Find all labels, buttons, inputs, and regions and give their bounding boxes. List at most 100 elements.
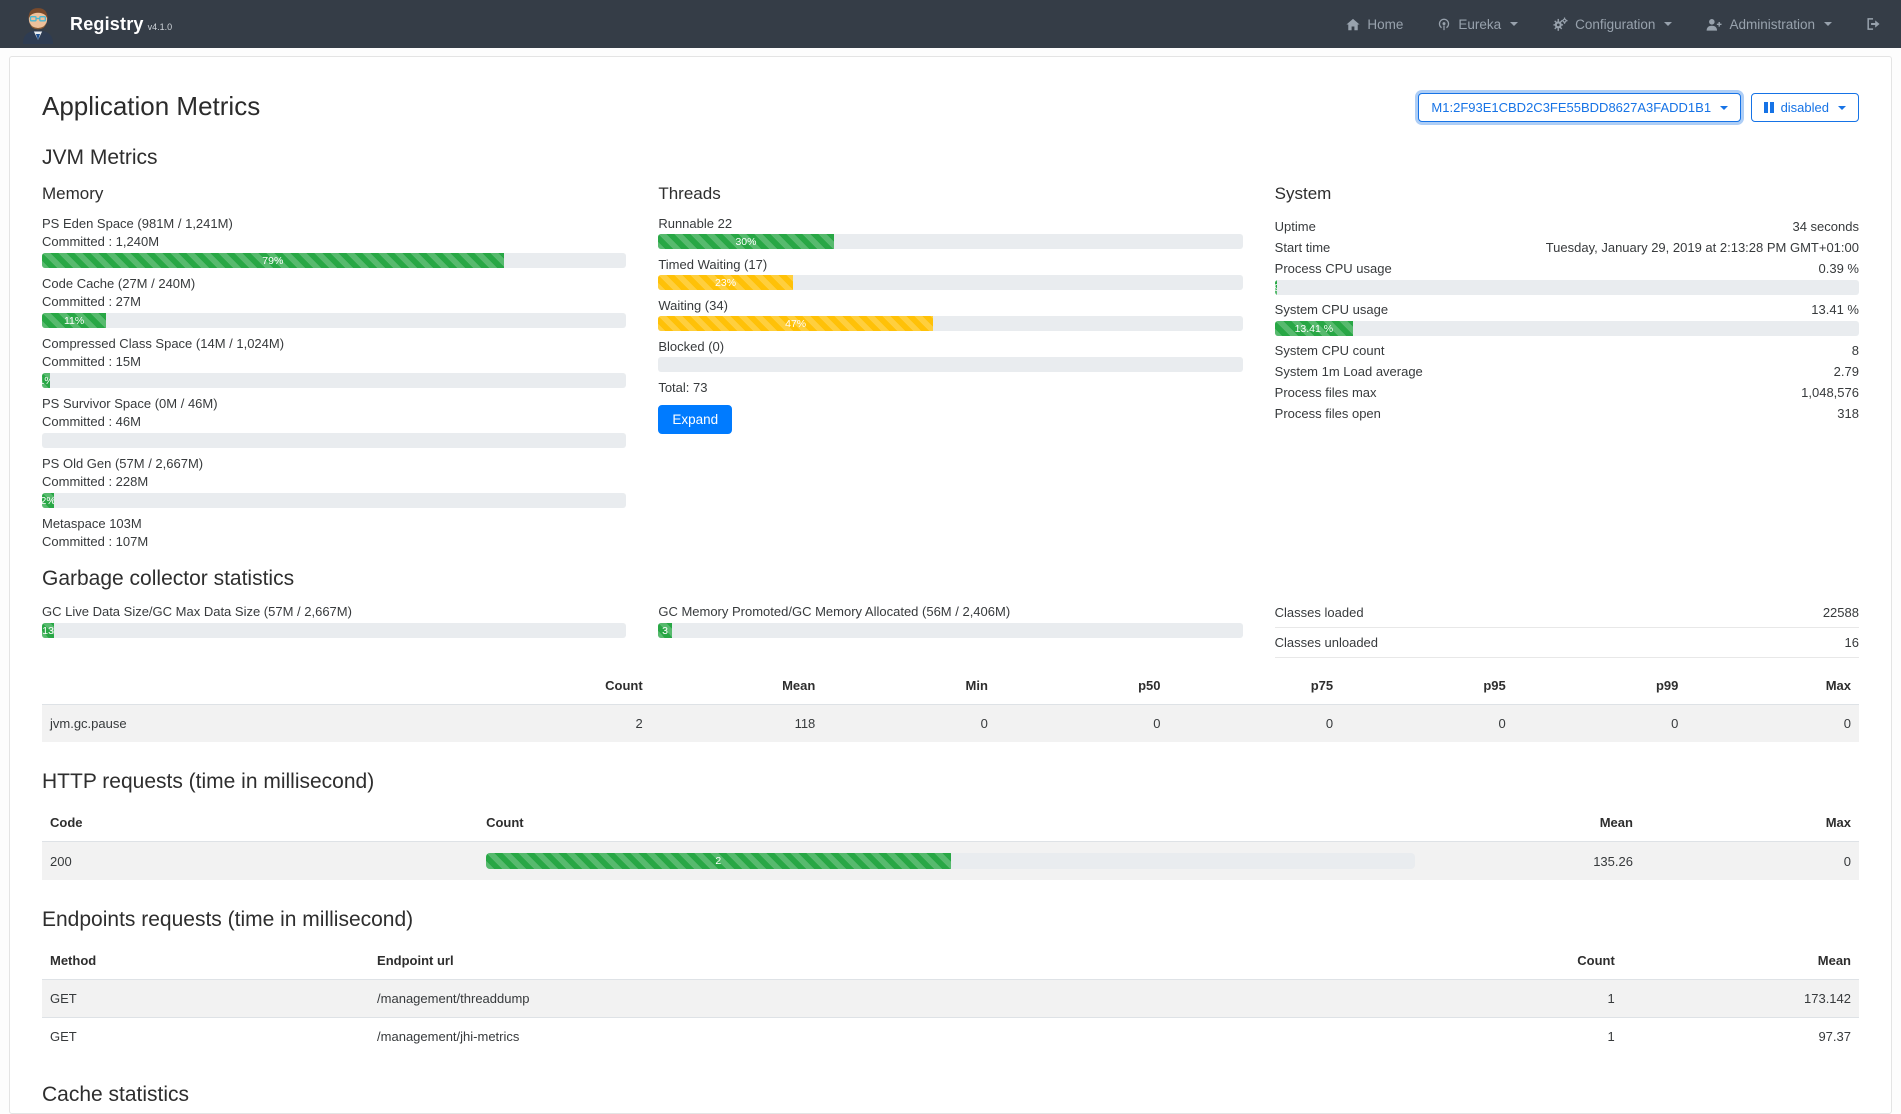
system-cpu-progress-bar: 13.41 % xyxy=(1275,321,1859,336)
memory-usage-progress-bar: 1% xyxy=(42,373,626,388)
gc-memory-column: GC Memory Promoted/GC Memory Allocated (… xyxy=(658,601,1242,661)
column-header: Method xyxy=(42,942,369,980)
table-cell: 0 xyxy=(823,705,996,743)
memory-pool-label: Compressed Class Space (14M / 1,024M) xyxy=(42,336,626,351)
column-header: p75 xyxy=(1169,667,1342,705)
memory-pool-committed: Committed : 46M xyxy=(42,414,626,429)
brand-title: Registry xyxy=(70,14,144,35)
gc-progress-bar-fill: 13 xyxy=(42,623,54,638)
gc-title: Garbage collector statistics xyxy=(42,567,1859,591)
column-header: Max xyxy=(1641,804,1859,842)
http-requests-table: CodeCountMeanMax2002135.260 xyxy=(42,804,1859,880)
system-metric-label: System 1m Load average xyxy=(1275,361,1423,382)
system-metric-value: 318 xyxy=(1837,403,1859,424)
memory-pool-label: PS Old Gen (57M / 2,667M) xyxy=(42,456,626,471)
memory-usage-progress-bar-fill: 79% xyxy=(42,253,504,268)
column-header: Count xyxy=(1387,942,1623,980)
memory-usage-progress-bar: 79% xyxy=(42,253,626,268)
memory-pool-item: Metaspace 103MCommitted : 107M xyxy=(42,516,626,549)
nav-item-configuration[interactable]: Configuration xyxy=(1552,17,1672,32)
count-progress-bar-fill: 2 xyxy=(486,853,950,869)
table-cell: 135.26 xyxy=(1423,842,1641,881)
threads-column: Threads Runnable 2230% Timed Waiting (17)… xyxy=(658,180,1242,553)
table-cell: 1 xyxy=(1387,1018,1623,1056)
nav-item-eureka[interactable]: Eureka xyxy=(1437,17,1518,32)
threads-title: Threads xyxy=(658,184,1242,204)
memory-usage-progress-bar: 0% xyxy=(42,433,626,448)
memory-pool-label: Code Cache (27M / 240M) xyxy=(42,276,626,291)
system-metric-row: Start timeTuesday, January 29, 2019 at 2… xyxy=(1275,237,1859,258)
memory-pool-committed: Committed : 15M xyxy=(42,354,626,369)
thread-state-progress-bar: 23% xyxy=(658,275,1242,290)
system-column: System Uptime34 secondsStart timeTuesday… xyxy=(1275,180,1859,553)
nav-item-home[interactable]: Home xyxy=(1346,17,1403,32)
system-metric-label: Uptime xyxy=(1275,216,1316,237)
thread-state-progress-bar: 30% xyxy=(658,234,1242,249)
table-cell: 118 xyxy=(651,705,824,743)
sign-out-button[interactable] xyxy=(1866,17,1881,31)
memory-pool-item: PS Eden Space (981M / 1,241M)Committed :… xyxy=(42,216,626,268)
system-metric-row: System CPU count8 xyxy=(1275,340,1859,361)
expand-threads-button[interactable]: Expand xyxy=(658,405,732,434)
system-metric-value: 1,048,576 xyxy=(1801,382,1859,403)
table-header-row: CountMeanMinp50p75p95p99Max xyxy=(42,667,1859,705)
system-metric-row: Process files max1,048,576 xyxy=(1275,382,1859,403)
system-metric-value: 0.39 % xyxy=(1819,258,1859,279)
jhipster-logo xyxy=(18,4,58,44)
endpoints-table: MethodEndpoint urlCountMeanGET/managemen… xyxy=(42,942,1859,1055)
eureka-broadcast-icon xyxy=(1437,17,1451,31)
table-row: jvm.gc.pause2118000000 xyxy=(42,705,1859,743)
system-cpu-progress-bar-fill: 0.39 % xyxy=(1275,280,1277,295)
gc-progress-bar: 13 xyxy=(42,623,626,638)
instance-selector-dropdown[interactable]: M1:2F93E1CBD2C3FE55BDD8627A3FADD1B1 xyxy=(1418,93,1741,122)
column-header: Endpoint url xyxy=(369,942,1387,980)
gc-pause-table: CountMeanMinp50p75p95p99Maxjvm.gc.pause2… xyxy=(42,667,1859,742)
column-header: p95 xyxy=(1341,667,1514,705)
system-metric-label: Start time xyxy=(1275,237,1331,258)
cache-statistics-title: Cache statistics xyxy=(42,1083,1859,1107)
system-metric-row: System 1m Load average 2.79 xyxy=(1275,361,1859,382)
memory-pool-committed: Committed : 27M xyxy=(42,294,626,309)
thread-state-label: Blocked (0) xyxy=(658,339,1242,354)
thread-state-item: Timed Waiting (17)23% xyxy=(658,257,1242,290)
chevron-down-icon xyxy=(1510,22,1518,26)
system-metric-value: 8 xyxy=(1852,340,1859,361)
column-header: Count xyxy=(478,667,651,705)
thread-state-item: Runnable 2230% xyxy=(658,216,1242,249)
classes-value: 22588 xyxy=(1823,603,1859,622)
column-header: Code xyxy=(42,804,478,842)
system-metric-label: System CPU usage xyxy=(1275,299,1388,320)
memory-pool-item: Code Cache (27M / 240M)Committed : 27M11… xyxy=(42,276,626,328)
table-cell: 0 xyxy=(1641,842,1859,881)
refresh-rate-label: disabled xyxy=(1781,100,1829,115)
system-metric-row: Uptime34 seconds xyxy=(1275,216,1859,237)
system-metric-row: System CPU usage 13.41 % xyxy=(1275,299,1859,320)
system-metric-value: 13.41 % xyxy=(1811,299,1859,320)
thread-state-label: Waiting (34) xyxy=(658,298,1242,313)
classes-label: Classes unloaded xyxy=(1275,633,1378,652)
system-metric-value: 2.79 xyxy=(1834,361,1859,382)
thread-state-progress-bar-fill: 23% xyxy=(658,275,792,290)
classes-row: Classes unloaded16 xyxy=(1275,631,1859,658)
nav-item-administration[interactable]: Administration xyxy=(1706,17,1832,32)
table-header-row: MethodEndpoint urlCountMean xyxy=(42,942,1859,980)
table-cell: 97.37 xyxy=(1623,1018,1859,1056)
column-header: Mean xyxy=(1423,804,1641,842)
table-header-row: CodeCountMeanMax xyxy=(42,804,1859,842)
nav-item-label: Home xyxy=(1367,17,1403,32)
classes-label: Classes loaded xyxy=(1275,603,1364,622)
gc-classes-column: Classes loaded 22588 Classes unloaded16 xyxy=(1275,601,1859,661)
table-cell: jvm.gc.pause xyxy=(42,705,478,743)
column-header: Max xyxy=(1686,667,1859,705)
user-plus-icon xyxy=(1706,18,1722,31)
memory-title: Memory xyxy=(42,184,626,204)
column-header xyxy=(42,667,478,705)
table-cell: 0 xyxy=(1341,705,1514,743)
classes-row: Classes loaded 22588 xyxy=(1275,601,1859,628)
table-cell: 0 xyxy=(1514,705,1687,743)
gc-bar-label: GC Memory Promoted/GC Memory Allocated (… xyxy=(658,604,1242,619)
system-metric-label: Process files open xyxy=(1275,403,1381,424)
thread-state-progress-bar: 47% xyxy=(658,316,1242,331)
brand-link[interactable]: Registry v4.1.0 xyxy=(70,14,172,35)
refresh-rate-dropdown[interactable]: disabled xyxy=(1751,93,1859,122)
